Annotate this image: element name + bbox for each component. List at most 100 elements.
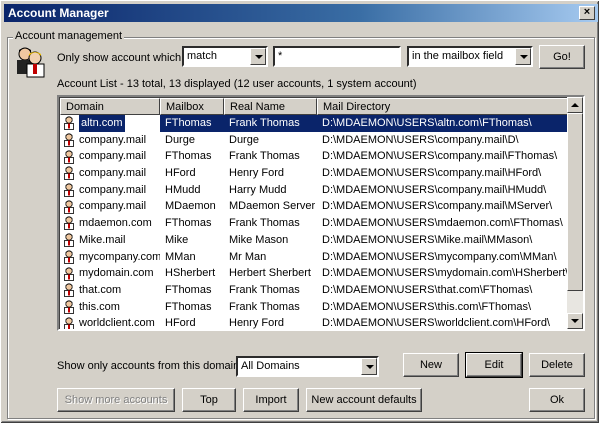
user-account-icon: [62, 116, 76, 131]
real-name-cell: Frank Thomas: [229, 300, 300, 313]
pattern-input[interactable]: *: [273, 46, 401, 67]
mailbox-cell: Mike: [165, 233, 189, 246]
domain-filter-select[interactable]: All Domains: [236, 356, 379, 377]
pattern-value: *: [278, 50, 283, 62]
title-bar[interactable]: Account Manager ×: [4, 4, 598, 22]
real-name-cell: Durge: [229, 133, 259, 146]
real-name-cell: Frank Thomas: [229, 150, 300, 163]
mail-directory-cell: D:\MDAEMON\USERS\company.mail\HFord\: [322, 167, 542, 180]
domain-text: this.com: [79, 300, 120, 313]
domain-text: company.mail: [79, 150, 147, 163]
domain-cell: worldclient.com: [60, 315, 160, 330]
table-row[interactable]: company.mail MDaemon MDaemon Server D:\MDAE…: [60, 198, 570, 215]
mailbox-cell: FThomas: [165, 283, 212, 296]
mail-directory-cell: D:\MDAEMON\USERS\mycompany.com\MMan\: [322, 250, 557, 263]
domain-cell: that.com: [60, 282, 160, 299]
mail-directory-cell: D:\MDAEMON\USERS\company.mail\HMudd\: [322, 183, 547, 196]
user-account-icon: [62, 266, 76, 281]
edit-button[interactable]: Edit: [465, 352, 523, 378]
real-name-cell: Harry Mudd: [229, 183, 287, 196]
user-account-icon: [62, 183, 76, 197]
top-button[interactable]: Top: [182, 388, 236, 412]
account-list[interactable]: Domain Mailbox Real Name Mail Directory …: [57, 95, 585, 331]
go-button[interactable]: Go!: [539, 45, 585, 69]
list-summary: Account List - 13 total, 13 displayed (1…: [57, 78, 417, 90]
ok-button[interactable]: Ok: [529, 388, 585, 412]
chevron-down-icon[interactable]: [250, 48, 266, 65]
vertical-scrollbar[interactable]: [567, 97, 583, 329]
top-label: Top: [200, 394, 218, 406]
mailbox-cell: FThomas: [160, 115, 224, 132]
table-row[interactable]: mycompany.com MMan Mr Man D:\MDAEMON\USERS\…: [60, 249, 570, 266]
user-account-icon: [62, 250, 76, 264]
table-row[interactable]: company.mail HMudd Harry Mudd D:\MDAEMON\US…: [60, 182, 570, 199]
column-header-real-name[interactable]: Real Name: [224, 98, 317, 115]
delete-button[interactable]: Delete: [529, 353, 585, 377]
real-name-cell: MDaemon Server: [229, 200, 316, 213]
table-row[interactable]: this.com FThomas Frank Thomas D:\MDAEMON\US…: [60, 299, 570, 316]
scroll-up-icon[interactable]: [567, 97, 583, 113]
chevron-down-icon[interactable]: [361, 358, 377, 375]
chevron-down-icon[interactable]: [515, 48, 531, 65]
table-row[interactable]: mydomain.com HSherbert Herbert Sherbert D:\…: [60, 265, 570, 282]
mailbox-cell: HFord: [165, 317, 196, 330]
table-row[interactable]: worldclient.com HFord Henry Ford D:\MDAEMON…: [60, 315, 570, 330]
domain-text: company.mail: [79, 167, 147, 180]
mailbox-cell: Durge: [165, 133, 195, 146]
domain-cell: company.mail: [60, 198, 160, 215]
user-account-icon: [62, 283, 76, 298]
filter-label: Only show account which: [57, 52, 182, 64]
delete-label: Delete: [541, 359, 573, 371]
mailbox-cell: FThomas: [165, 300, 212, 313]
table-row[interactable]: altn.com FThomas Frank Thomas D:\MDAEMON\US…: [60, 115, 570, 132]
domain-text: Mike.mail: [79, 233, 126, 246]
user-account-icon: [62, 166, 76, 181]
column-header-mailbox[interactable]: Mailbox: [160, 98, 224, 115]
mailbox-cell: MMan: [165, 250, 196, 263]
domain-cell: company.mail: [60, 148, 160, 165]
user-account-icon: [62, 316, 76, 329]
new-account-defaults-button[interactable]: New account defaults: [306, 388, 422, 412]
table-row[interactable]: company.mail HFord Henry Ford D:\MDAEMON\US…: [60, 165, 570, 182]
domain-text: altn.com: [79, 115, 125, 132]
domain-cell: this.com: [60, 299, 160, 316]
mail-directory-cell: D:\MDAEMON\USERS\that.com\FThomas\: [322, 283, 533, 296]
import-button[interactable]: Import: [243, 388, 299, 412]
close-icon[interactable]: ×: [579, 6, 595, 20]
import-label: Import: [255, 394, 287, 406]
table-row[interactable]: Mike.mail Mike Mike Mason D:\MDAEMON\USERS\…: [60, 232, 570, 249]
real-name-cell: Mr Man: [229, 250, 267, 263]
new-defaults-label: New account defaults: [311, 394, 417, 406]
mail-directory-cell: D:\MDAEMON\USERS\mdaemon.com\FThomas\: [322, 217, 563, 230]
scroll-down-icon[interactable]: [567, 313, 583, 329]
group-title: Account management: [13, 30, 125, 42]
field-select[interactable]: in the mailbox field: [407, 46, 533, 67]
scroll-thumb[interactable]: [567, 113, 583, 291]
table-row[interactable]: company.mail Durge Durge D:\MDAEMON\USERS\c…: [60, 132, 570, 149]
domain-text: worldclient.com: [79, 317, 155, 330]
domain-cell: company.mail: [60, 182, 160, 199]
table-row[interactable]: company.mail FThomas Frank Thomas D:\MDAEMO…: [60, 148, 570, 165]
table-row[interactable]: mdaemon.com FThomas Frank Thomas D:\MDAEMON…: [60, 215, 570, 232]
match-select[interactable]: match: [182, 46, 268, 67]
mailbox-cell: FThomas: [165, 150, 212, 163]
mail-directory-cell: D:\MDAEMON\USERS\Mike.mail\MMason\: [322, 233, 533, 246]
user-account-icon: [62, 150, 76, 164]
mail-directory-cell: D:\MDAEMON\USERS\company.mail\FThomas\: [322, 150, 558, 163]
domain-text: mdaemon.com: [79, 217, 152, 230]
column-header-mail-directory[interactable]: Mail Directory: [317, 98, 570, 115]
user-account-icon: [62, 133, 76, 147]
column-header-domain[interactable]: Domain: [60, 98, 160, 115]
real-name-cell: Mike Mason: [229, 233, 289, 246]
domain-text: company.mail: [79, 200, 147, 213]
user-account-icon: [62, 200, 76, 214]
real-name-cell: Frank Thomas: [229, 217, 300, 230]
mailbox-cell: HMudd: [165, 183, 201, 196]
domain-cell: Mike.mail: [60, 232, 160, 249]
new-button[interactable]: New: [403, 353, 459, 377]
new-label: New: [419, 359, 442, 371]
show-more-accounts-button[interactable]: Show more accounts: [57, 388, 175, 412]
domain-text: mycompany.com: [79, 250, 160, 263]
domain-filter-value: All Domains: [241, 360, 300, 372]
table-row[interactable]: that.com FThomas Frank Thomas D:\MDAEMON\US…: [60, 282, 570, 299]
